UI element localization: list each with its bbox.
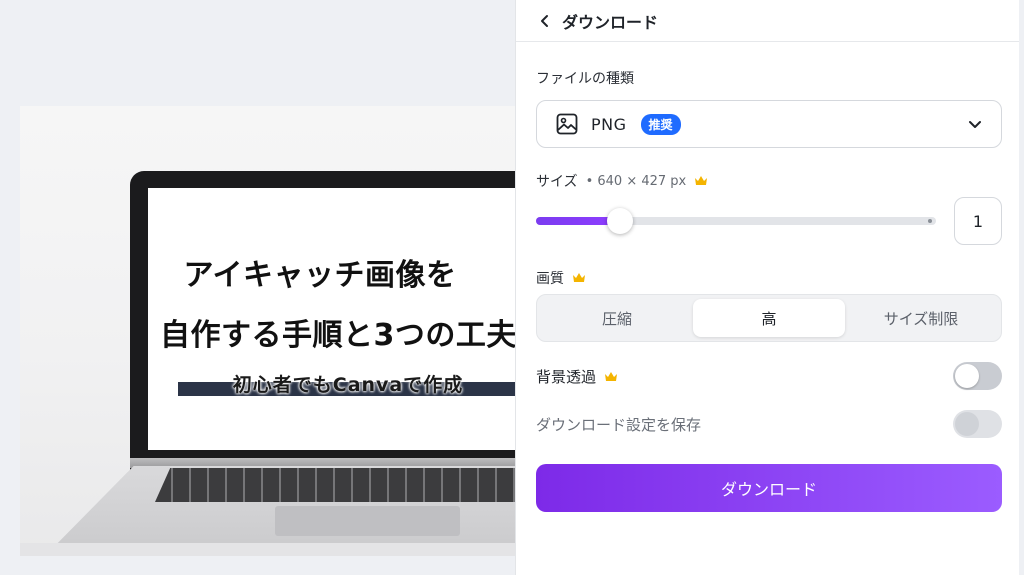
preview-subtitle: 初心者でもCanvaで作成: [232, 374, 464, 396]
file-type-dropdown[interactable]: PNG 推奨: [536, 100, 1002, 148]
crown-icon: [573, 273, 585, 282]
laptop-keyboard: [155, 468, 520, 502]
transparent-bg-toggle[interactable]: [953, 362, 1002, 390]
size-scale-input[interactable]: 1: [954, 197, 1002, 245]
toggle-knob: [955, 412, 979, 436]
quality-segmented-control: 圧縮 高 サイズ制限: [536, 294, 1002, 342]
download-button[interactable]: ダウンロード: [536, 464, 1002, 512]
chevron-left-icon: [541, 14, 548, 27]
slider-thumb[interactable]: [607, 208, 633, 234]
recommended-badge: 推奨: [640, 113, 681, 135]
laptop-base-edge: [20, 543, 520, 556]
panel-header: ダウンロード: [516, 0, 1019, 42]
size-label-row: サイズ • 640 × 427 px: [536, 171, 708, 191]
scrollbar-gutter: [1019, 0, 1024, 575]
download-panel: ダウンロード ファイルの種類 PNG 推奨 サイズ • 640 × 427 px…: [515, 0, 1019, 575]
size-slider[interactable]: [536, 208, 936, 234]
laptop-trackpad: [275, 506, 460, 536]
panel-title: ダウンロード: [562, 12, 659, 32]
size-dimensions: • 640 × 427 px: [585, 173, 687, 189]
image-icon: [556, 113, 578, 135]
quality-option-high[interactable]: 高: [693, 299, 845, 337]
file-type-value: PNG: [591, 114, 627, 134]
save-settings-toggle[interactable]: [953, 410, 1002, 438]
preview-headline-line1: アイキャッチ画像を: [183, 258, 457, 293]
chevron-down-icon: [969, 121, 981, 128]
file-type-label-text: ファイルの種類: [536, 71, 634, 87]
quality-option-size-limit[interactable]: サイズ制限: [845, 299, 997, 337]
file-type-label: ファイルの種類: [536, 68, 634, 88]
design-preview: アイキャッチ画像を 自作する手順と3つの工夫 初心者でもCanvaで作成: [20, 106, 520, 556]
quality-label-row: 画質: [536, 268, 586, 288]
transparent-bg-label-row: 背景透過: [536, 366, 618, 387]
quality-label: 画質: [536, 271, 564, 287]
save-settings-label: ダウンロード設定を保存: [536, 416, 702, 434]
size-label: サイズ: [536, 174, 578, 190]
crown-icon: [605, 371, 618, 381]
quality-option-compressed[interactable]: 圧縮: [541, 299, 693, 337]
preview-headline-line2: 自作する手順と3つの工夫: [160, 318, 517, 353]
transparent-bg-label: 背景透過: [536, 368, 597, 386]
toggle-knob: [955, 364, 979, 388]
slider-end-dot: [928, 219, 932, 223]
crown-icon: [695, 176, 708, 185]
back-button[interactable]: ダウンロード: [538, 9, 658, 33]
